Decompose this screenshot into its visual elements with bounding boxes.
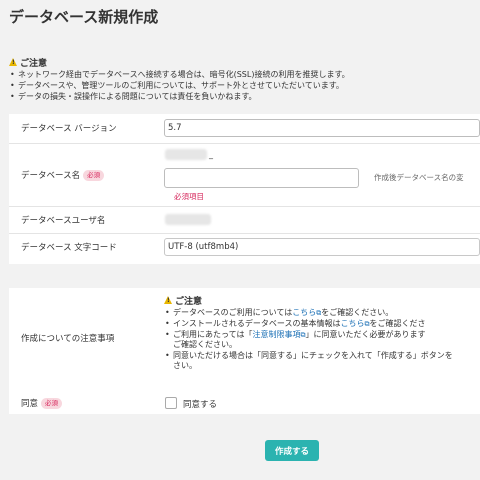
caution-label-text: 作成についての注意事項 bbox=[21, 334, 115, 344]
version-value: 5.7 bbox=[168, 123, 182, 133]
db-user-value bbox=[165, 214, 211, 225]
version-label-text: データベース バージョン bbox=[21, 124, 117, 134]
caution-item: データベースのご利用についてはこちら⧉をご確認ください。 bbox=[164, 308, 480, 318]
restrictions-link[interactable]: 注意制限事項 bbox=[252, 330, 300, 339]
db-name-prefix bbox=[165, 149, 207, 160]
charset-label: データベース 文字コード bbox=[21, 240, 117, 254]
agree-checkbox[interactable] bbox=[165, 397, 177, 409]
version-label: データベース バージョン bbox=[21, 121, 117, 135]
caution-item: ご利用にあたっては「注意制限事項⧉」に同意いただく必要があります ご確認ください… bbox=[164, 330, 480, 350]
caution-heading-text: ご注意 bbox=[175, 296, 203, 307]
caution-notice: ご注意 データベースのご利用についてはこちら⧉をご確認ください。 インストールさ… bbox=[164, 294, 480, 372]
charset-value: UTF-8 (utf8mb4) bbox=[168, 242, 239, 252]
warning-icon bbox=[164, 296, 172, 304]
divider bbox=[9, 143, 480, 144]
notice-list: ネットワーク経由でデータベースへ接続する場合は、暗号化(SSL)接続の利用を推奨… bbox=[9, 69, 480, 102]
db-name-prefix-suffix: _ bbox=[209, 150, 213, 159]
database-settings-card: データベース バージョン 5.7 _ データベース名 必須 作成後データベース名… bbox=[9, 114, 480, 264]
version-field[interactable]: 5.7 bbox=[164, 119, 480, 137]
db-name-input[interactable] bbox=[164, 168, 359, 188]
caution-item: 同意いただける場合は「同意する」にチェックを入れて「作成する」ボタンを さい。 bbox=[164, 351, 480, 371]
agree-checkbox-label[interactable]: 同意する bbox=[183, 398, 217, 410]
db-name-hint: 作成後データベース名の変 bbox=[374, 173, 464, 182]
notice-heading: ご注意 bbox=[9, 56, 480, 69]
caution-label: 作成についての注意事項 bbox=[21, 331, 114, 345]
charset-select[interactable]: UTF-8 (utf8mb4) bbox=[164, 238, 480, 256]
notice-panel: ご注意 ネットワーク経由でデータベースへ接続する場合は、暗号化(SSL)接続の利… bbox=[9, 56, 480, 102]
db-name-label-text: データベース名 bbox=[21, 171, 81, 181]
db-user-label: データベースユーザ名 bbox=[21, 213, 105, 227]
caution-item: インストールされるデータベースの基本情報はこちら⧉をご確認くださ bbox=[164, 319, 480, 329]
page-title: データベース新規作成 bbox=[9, 8, 159, 26]
notice-item: データの損失・誤操作による問題については責任を負いかねます。 bbox=[9, 91, 480, 102]
agree-label-text: 同意 bbox=[21, 399, 39, 409]
usage-link[interactable]: こちら bbox=[292, 308, 316, 317]
charset-label-text: データベース 文字コード bbox=[21, 243, 117, 253]
divider bbox=[9, 206, 480, 207]
db-name-label: データベース名 必須 bbox=[21, 168, 105, 182]
create-button[interactable]: 作成する bbox=[265, 440, 319, 461]
required-badge: 必須 bbox=[41, 397, 63, 409]
agree-label: 同意 必須 bbox=[21, 396, 63, 410]
caution-heading: ご注意 bbox=[164, 294, 480, 307]
notice-item: ネットワーク経由でデータベースへ接続する場合は、暗号化(SSL)接続の利用を推奨… bbox=[9, 69, 480, 80]
required-badge: 必須 bbox=[83, 169, 105, 181]
divider bbox=[9, 233, 480, 234]
notice-heading-text: ご注意 bbox=[20, 58, 48, 69]
notice-item: データベースや、管理ツールのご利用については、サポート外とさせていただいています… bbox=[9, 80, 480, 91]
agreement-card: 作成についての注意事項 ご注意 データベースのご利用についてはこちら⧉をご確認く… bbox=[9, 288, 480, 414]
db-user-label-text: データベースユーザ名 bbox=[21, 216, 106, 226]
basic-info-link[interactable]: こちら bbox=[340, 319, 364, 328]
warning-icon bbox=[9, 58, 17, 66]
db-name-error: 必須項目 bbox=[174, 192, 204, 201]
caution-list: データベースのご利用についてはこちら⧉をご確認ください。 インストールされるデー… bbox=[164, 308, 480, 371]
